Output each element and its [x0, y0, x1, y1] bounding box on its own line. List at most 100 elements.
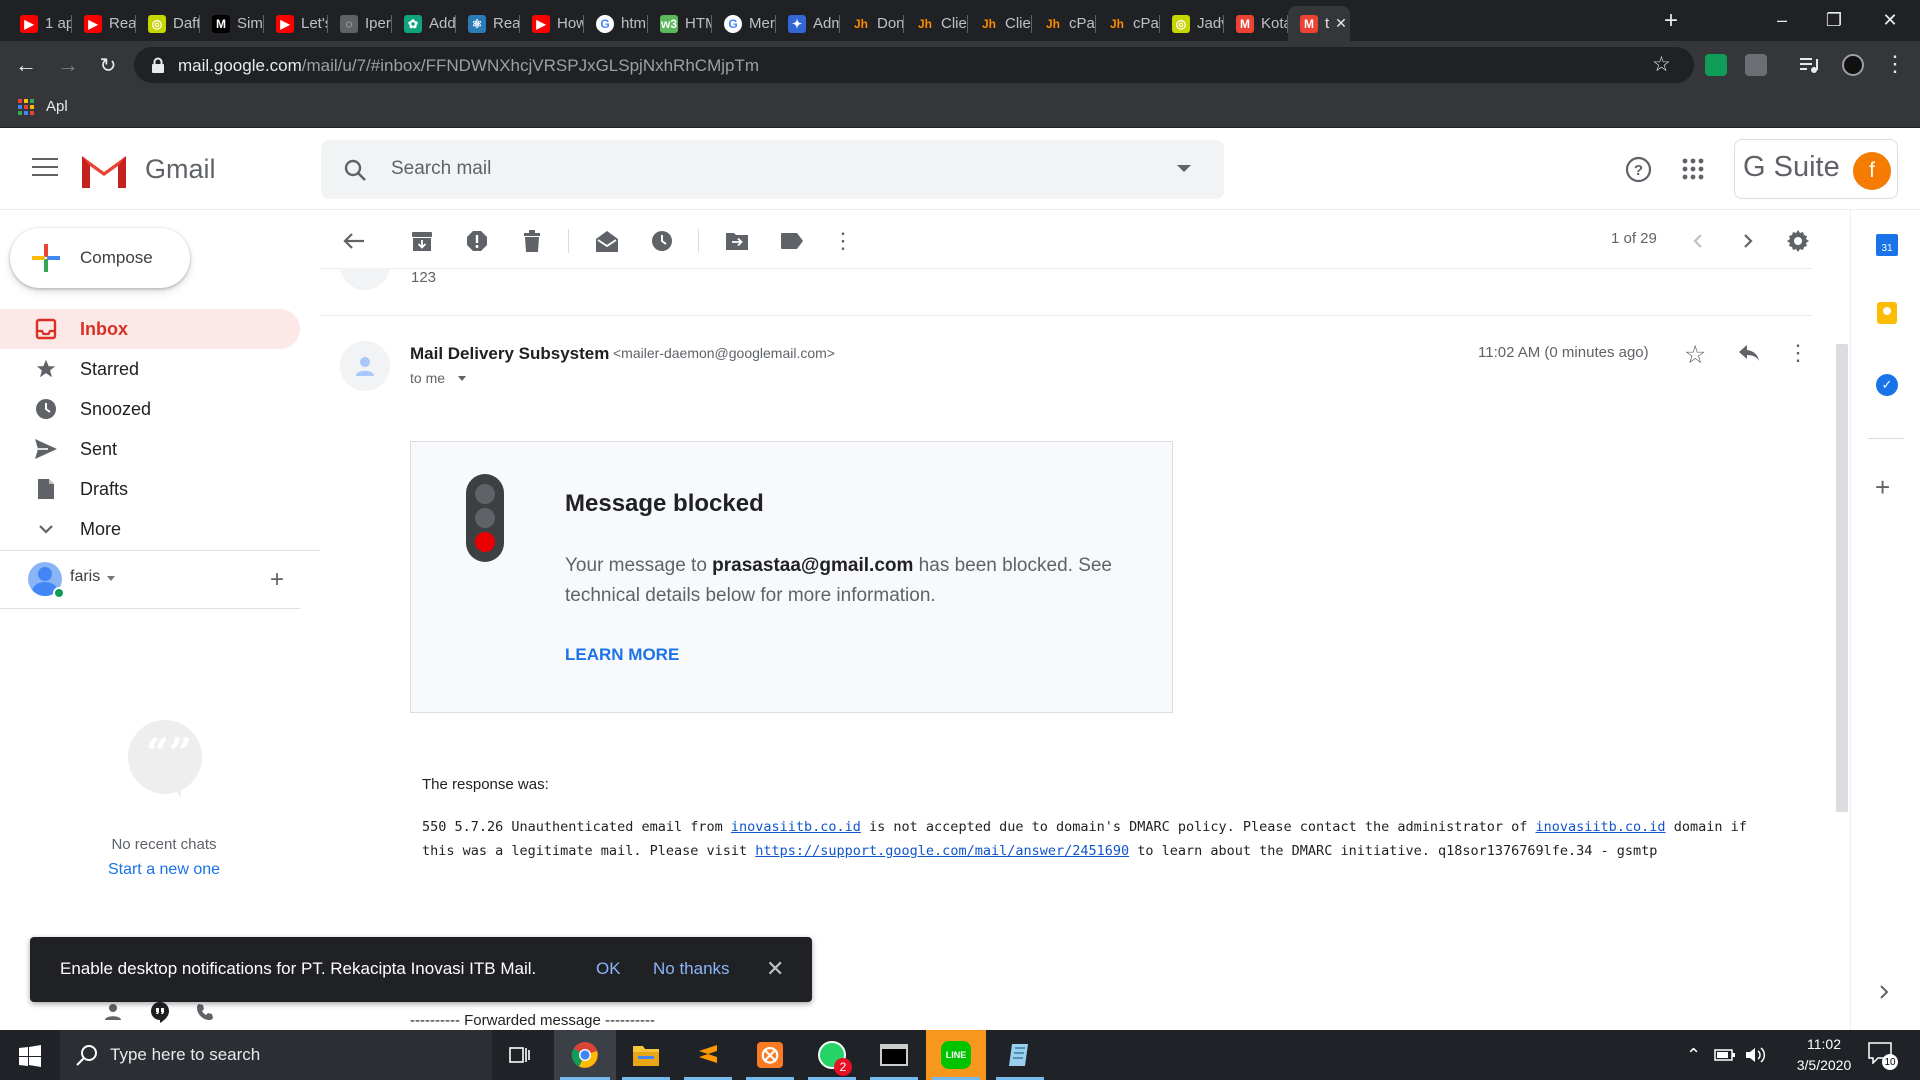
reload-icon[interactable]: ↻ — [92, 49, 124, 81]
mark-unread-icon[interactable] — [592, 226, 622, 256]
gmail-logo-text[interactable]: Gmail — [145, 154, 216, 185]
contacts-icon[interactable] — [104, 1003, 122, 1021]
search-input[interactable]: Search mail — [391, 158, 491, 180]
bookmark-star-icon[interactable]: ☆ — [1652, 52, 1671, 77]
volume-icon[interactable] — [1744, 1045, 1766, 1065]
reply-icon[interactable] — [1734, 338, 1764, 368]
browser-tab[interactable]: ✦ Adm — [776, 6, 840, 41]
nav-drafts[interactable]: Drafts — [0, 469, 300, 509]
browser-tab[interactable]: ▶ Let's — [264, 6, 328, 41]
main-menu-icon[interactable] — [32, 158, 58, 176]
scrollbar-thumb[interactable] — [1836, 344, 1848, 812]
browser-tab[interactable]: ▶ Reac — [72, 6, 136, 41]
restore-button[interactable]: ❐ — [1804, 0, 1864, 41]
extension-shield-icon[interactable] — [1705, 54, 1727, 76]
label-icon[interactable] — [777, 226, 807, 256]
search-icon[interactable] — [343, 158, 367, 182]
xampp-icon[interactable]: ⨂ — [740, 1030, 800, 1080]
archive-icon[interactable] — [407, 226, 437, 256]
browser-tab[interactable]: Jh Clie — [904, 6, 968, 41]
profile-avatar[interactable] — [1842, 54, 1864, 76]
start-new-chat-link[interactable]: Start a new one — [0, 861, 328, 879]
task-view-icon[interactable] — [490, 1030, 550, 1080]
gmail-logo-icon[interactable] — [80, 152, 128, 188]
battery-icon[interactable] — [1714, 1047, 1736, 1063]
media-control-icon[interactable] — [1798, 54, 1820, 76]
file-explorer-icon[interactable] — [616, 1030, 676, 1080]
get-addons-plus-icon[interactable]: + — [1875, 472, 1890, 503]
report-spam-icon[interactable] — [462, 226, 492, 256]
browser-tab[interactable]: Mt ✕ — [1288, 6, 1350, 41]
sender-name[interactable]: Mail Delivery Subsystem — [410, 344, 609, 364]
browser-tab[interactable]: JhcPar — [1032, 6, 1096, 41]
browser-tab[interactable]: M Kota — [1224, 6, 1288, 41]
help-icon[interactable]: ? — [1625, 156, 1652, 183]
google-apps-icon[interactable] — [1682, 158, 1704, 180]
learn-more-link[interactable]: LEARN MORE — [565, 645, 679, 665]
browser-tab[interactable]: Jh Don — [840, 6, 904, 41]
support-link[interactable]: https://support.google.com/mail/answer/2… — [755, 843, 1129, 859]
browser-tab[interactable]: M Simp — [200, 6, 264, 41]
hangouts-user-name[interactable]: faris — [70, 568, 100, 586]
settings-gear-icon[interactable] — [1783, 226, 1813, 256]
prev-message-snippet[interactable]: 123 — [411, 269, 436, 286]
browser-tab[interactable]: ▶ 1 ap — [8, 6, 72, 41]
snooze-icon[interactable] — [647, 226, 677, 256]
taskbar-clock-time[interactable]: 11:02 — [1780, 1036, 1868, 1052]
nav-inbox[interactable]: Inbox — [0, 309, 300, 349]
newer-icon[interactable] — [1683, 226, 1713, 256]
new-chat-plus-icon[interactable]: + — [270, 566, 284, 594]
new-tab-button[interactable]: + — [1656, 6, 1686, 36]
browser-tab[interactable]: ◌ Iper — [328, 6, 392, 41]
search-options-icon[interactable] — [1177, 165, 1191, 172]
nav-starred[interactable]: Starred — [0, 349, 300, 389]
move-to-icon[interactable] — [722, 226, 752, 256]
extension-lock-icon[interactable] — [1745, 54, 1767, 76]
delete-icon[interactable] — [517, 226, 547, 256]
sender-avatar[interactable] — [340, 341, 390, 391]
taskbar-search-box[interactable]: Type here to search — [60, 1030, 492, 1080]
browser-tab[interactable]: Jh Clie — [968, 6, 1032, 41]
apps-grid-icon[interactable] — [18, 99, 34, 115]
show-hidden-icons[interactable]: ⌃ — [1686, 1045, 1701, 1066]
hangouts-icon[interactable] — [150, 1001, 170, 1023]
compose-button[interactable]: Compose — [10, 228, 190, 288]
notification-no-thanks-button[interactable]: No thanks — [653, 959, 730, 979]
taskbar-clock-date[interactable]: 3/5/2020 — [1780, 1057, 1868, 1073]
close-tab-icon[interactable]: ✕ — [1335, 15, 1347, 32]
close-window-button[interactable]: ✕ — [1860, 0, 1920, 41]
keep-icon[interactable] — [1877, 302, 1897, 324]
star-message-icon[interactable]: ☆ — [1684, 340, 1706, 370]
notification-close-icon[interactable]: ✕ — [766, 956, 784, 982]
browser-tab[interactable]: ▶ How — [520, 6, 584, 41]
line-messenger-icon[interactable]: LINE — [926, 1030, 986, 1080]
message-more-icon[interactable]: ⋮ — [1783, 338, 1813, 368]
phone-icon[interactable] — [196, 1003, 214, 1021]
windows-start-icon[interactable] — [19, 1045, 41, 1067]
forward-icon[interactable]: → — [52, 49, 84, 81]
sender-email[interactable]: <mailer-daemon@googlemail.com> — [613, 345, 835, 361]
more-options-icon[interactable]: ⋮ — [828, 226, 858, 256]
details-dropdown-icon[interactable] — [458, 376, 466, 381]
browser-tab[interactable]: ◎ Daft — [136, 6, 200, 41]
browser-tab[interactable]: w3 HTM — [648, 6, 712, 41]
calendar-icon[interactable]: 31 — [1876, 234, 1898, 256]
app-icon[interactable] — [990, 1030, 1050, 1080]
older-icon[interactable] — [1733, 226, 1763, 256]
browser-tab[interactable]: ⚛ Reac — [456, 6, 520, 41]
minimize-button[interactable]: – — [1752, 0, 1812, 41]
nav-snoozed[interactable]: Snoozed — [0, 389, 300, 429]
terminal-icon[interactable] — [864, 1030, 924, 1080]
apps-bookmark-label[interactable]: Apl — [46, 98, 68, 115]
sublime-text-icon[interactable] — [678, 1030, 738, 1080]
nav-more[interactable]: More — [0, 509, 300, 549]
account-avatar[interactable]: f — [1853, 152, 1891, 190]
back-to-inbox-icon[interactable] — [339, 226, 369, 256]
domain-link[interactable]: inovasiitb.co.id — [1536, 819, 1666, 835]
browser-tab[interactable]: JhcPar — [1096, 6, 1160, 41]
address-bar[interactable]: mail.google.com/mail/u/7/#inbox/FFNDWNXh… — [134, 47, 1694, 83]
expand-panel-icon[interactable] — [1879, 984, 1889, 1005]
chrome-menu-icon[interactable]: ⋮ — [1884, 51, 1906, 77]
search-bar[interactable]: Search mail — [321, 140, 1224, 199]
browser-tab[interactable]: ✿ Add — [392, 6, 456, 41]
